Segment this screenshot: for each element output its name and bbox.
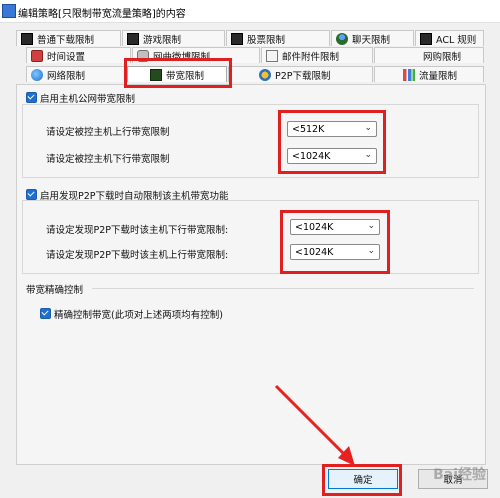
tab-bandwidth-limit[interactable]: 带宽限制 [127,66,227,82]
dialog-window: 编辑策略[只限制带宽流量策略]的内容 普通下载限制 游戏限制 股票限制 聊天限制… [0,0,500,498]
watermark: Bai经验 [433,467,486,483]
arrow-shaft [274,384,350,460]
bandwidth-icon [150,68,162,81]
tab-label: 带宽限制 [166,70,205,82]
pointer-arrow [274,384,355,466]
